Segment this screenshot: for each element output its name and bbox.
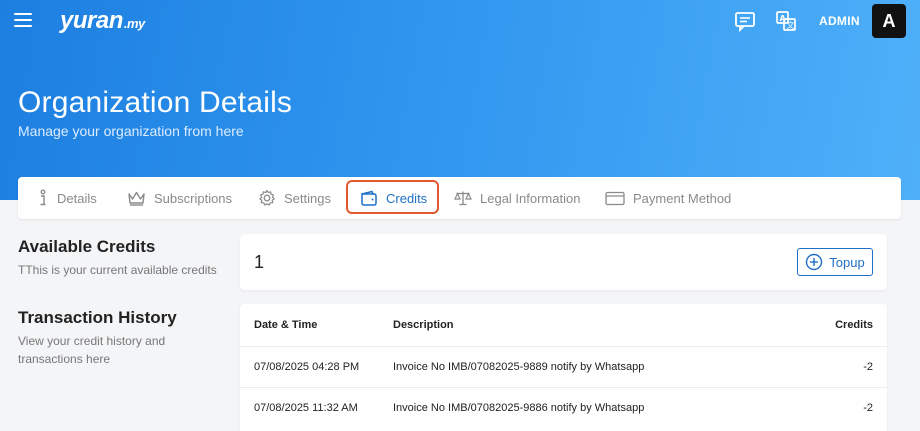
row-description: Invoice No IMB/07082025-9889 notify by W… xyxy=(393,361,645,373)
plus-circle-icon xyxy=(806,253,823,271)
card-icon xyxy=(605,191,625,205)
svg-text:文: 文 xyxy=(787,20,795,30)
available-credits-title: Available Credits xyxy=(18,237,156,256)
scale-icon xyxy=(454,191,472,206)
tab-details[interactable]: Details xyxy=(37,177,97,219)
tab-label: Payment Method xyxy=(633,190,732,206)
translate-icon[interactable]: A 文 xyxy=(775,10,797,32)
logo-main-text: yuran xyxy=(60,7,123,34)
column-header-datetime: Date & Time xyxy=(254,319,318,331)
tab-bar: Details Subscriptions Settings Credits L… xyxy=(18,177,901,219)
tab-label: Settings xyxy=(284,190,331,206)
row-credits: -2 xyxy=(863,402,873,414)
tab-settings[interactable]: Settings xyxy=(258,177,331,219)
table-row: 07/08/2025 04:28 PM Invoice No IMB/07082… xyxy=(240,346,887,387)
row-datetime: 07/08/2025 11:32 AM xyxy=(254,402,358,414)
gear-icon xyxy=(259,189,275,206)
chat-icon[interactable] xyxy=(734,10,756,32)
page-title: Organization Details xyxy=(18,86,293,119)
hamburger-menu-icon[interactable] xyxy=(14,13,32,27)
topup-label: Topup xyxy=(829,254,865,270)
tab-label: Details xyxy=(57,190,97,206)
tab-label: Subscriptions xyxy=(154,190,233,206)
topup-button[interactable]: Topup xyxy=(797,248,873,276)
user-role-label[interactable]: ADMIN xyxy=(819,14,860,28)
tab-subscriptions[interactable]: Subscriptions xyxy=(127,177,232,219)
avatar[interactable]: A xyxy=(872,4,906,38)
table-row: 07/08/2025 11:32 AM Invoice No IMB/07082… xyxy=(240,387,887,428)
available-credits-description: TThis is your current available credits xyxy=(18,263,217,277)
row-datetime: 07/08/2025 04:28 PM xyxy=(254,361,360,373)
active-tab-highlight xyxy=(346,180,439,214)
tab-payment-method[interactable]: Payment Method xyxy=(605,177,731,219)
credits-value: 1 xyxy=(254,252,265,272)
row-description: Invoice No IMB/07082025-9886 notify by W… xyxy=(393,402,645,414)
transaction-history-description: View your credit history and transaction… xyxy=(18,334,166,366)
tab-label: Legal Information xyxy=(480,190,581,206)
logo-suffix-text: .my xyxy=(123,16,145,31)
column-header-description: Description xyxy=(393,319,454,331)
tab-legal-information[interactable]: Legal Information xyxy=(454,177,580,219)
app-logo[interactable]: yuran.my xyxy=(60,7,145,35)
svg-text:A: A xyxy=(780,14,787,23)
transaction-table: Date & Time Description Credits 07/08/20… xyxy=(240,304,887,431)
info-icon xyxy=(40,189,46,206)
row-credits: -2 xyxy=(863,361,873,373)
page-subtitle: Manage your organization from here xyxy=(18,123,244,139)
column-header-credits: Credits xyxy=(835,319,873,331)
header-banner: yuran.my A 文 ADMIN A Organization Detail… xyxy=(0,0,920,200)
crown-icon xyxy=(128,191,145,206)
transaction-history-title: Transaction History xyxy=(18,308,177,327)
credits-card: 1 Topup xyxy=(240,234,887,290)
